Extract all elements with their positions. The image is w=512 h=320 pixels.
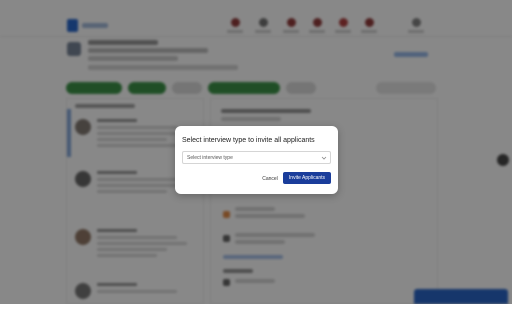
- interview-type-select[interactable]: Select interview type: [182, 151, 331, 164]
- select-placeholder: Select interview type: [187, 155, 233, 161]
- cancel-button[interactable]: Cancel: [259, 174, 281, 184]
- invite-applicants-button[interactable]: Invite Applicants: [283, 172, 331, 184]
- bottom-strip: [0, 304, 512, 320]
- dialog-title: Select interview type to invite all appl…: [182, 137, 315, 144]
- chevron-down-icon: [321, 156, 327, 160]
